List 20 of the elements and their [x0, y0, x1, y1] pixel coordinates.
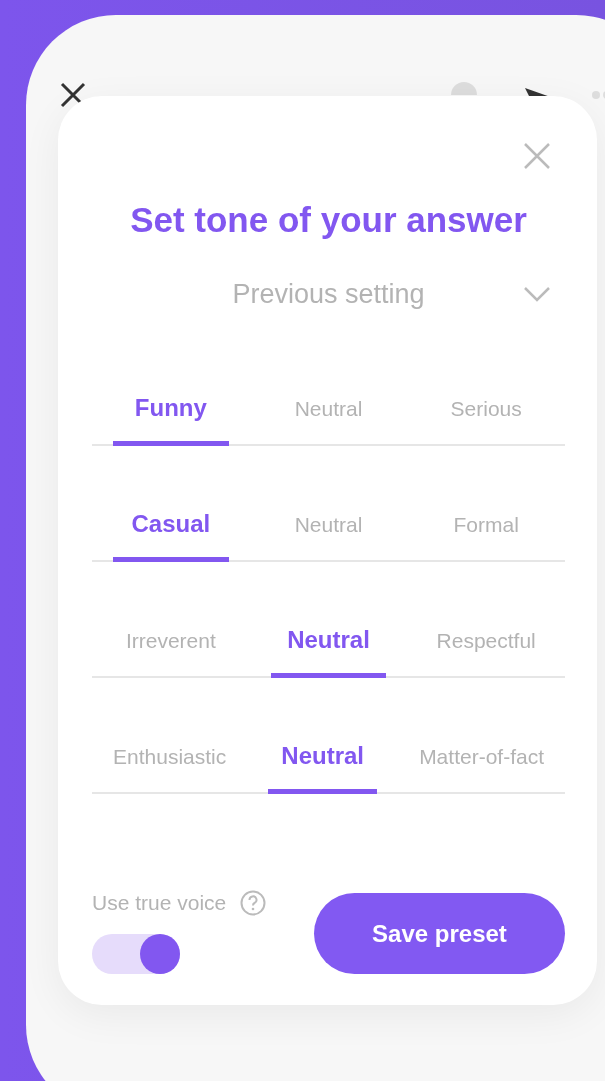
tone-tab[interactable]: Neutral	[270, 388, 387, 446]
tone-tab[interactable]: Casual	[113, 504, 229, 562]
tone-tab[interactable]: Formal	[428, 504, 544, 562]
close-icon[interactable]	[60, 82, 86, 108]
tone-tab[interactable]: Matter-of-fact	[419, 736, 544, 794]
preset-dropdown[interactable]: Previous setting	[92, 276, 565, 312]
true-voice-label: Use true voice	[92, 891, 227, 915]
tone-tab[interactable]: Neutral	[270, 620, 387, 678]
modal-title: Set tone of your answer	[129, 199, 528, 241]
save-preset-button[interactable]: Save preset	[314, 893, 565, 974]
tone-tab[interactable]: Serious	[428, 388, 544, 446]
tone-tab[interactable]: Funny	[113, 388, 229, 446]
tone-tab[interactable]: Respectful	[428, 620, 544, 678]
tone-tab[interactable]: Irreverent	[113, 620, 229, 678]
tone-tab[interactable]: Neutral	[270, 504, 387, 562]
tone-tab[interactable]: Neutral	[268, 736, 378, 794]
chevron-down-icon	[523, 286, 551, 302]
true-voice-toggle[interactable]	[92, 934, 180, 974]
tone-tab[interactable]: Enthusiastic	[113, 736, 227, 794]
help-icon[interactable]	[240, 890, 267, 916]
